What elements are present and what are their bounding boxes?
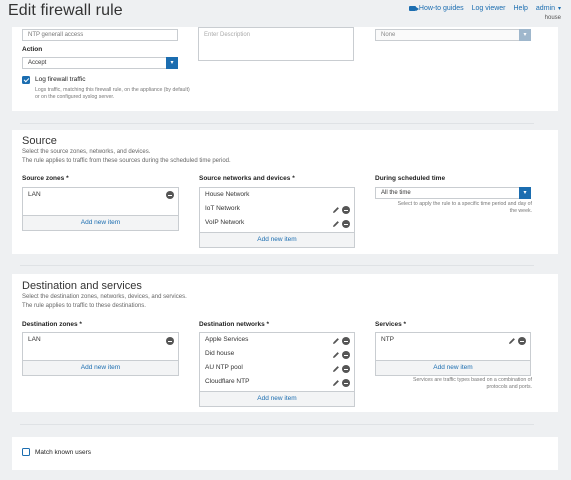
zone-label: LAN [28, 336, 41, 343]
video-icon [408, 6, 419, 11]
network-label: House Network [205, 191, 250, 198]
source-desc-1: Select the source zones, networks, and d… [22, 149, 151, 155]
source-title: Source [22, 135, 57, 147]
add-source-zone-button[interactable]: Add new item [23, 215, 178, 230]
action-select[interactable]: Accept ▾ [22, 57, 178, 69]
list-item: LAN [23, 188, 178, 202]
destination-panel: Destination and services Select the dest… [12, 274, 558, 412]
log-traffic-checkbox[interactable] [22, 76, 30, 84]
divider [20, 265, 534, 266]
remove-icon[interactable] [342, 365, 350, 373]
pencil-icon[interactable] [332, 337, 340, 345]
schedule-help: Select to apply the rule to a specific t… [397, 201, 532, 214]
chevron-down-icon: ▾ [166, 57, 178, 69]
chevron-down-icon: ▾ [519, 187, 531, 199]
source-zones-list: LAN Add new item [22, 187, 179, 231]
divider [20, 123, 534, 124]
add-service-button[interactable]: Add new item [376, 360, 530, 375]
services-list: NTP Add new item [375, 332, 531, 376]
match-users-label: Match known users [35, 449, 91, 456]
zone-label: LAN [28, 191, 41, 198]
remove-icon[interactable] [342, 379, 350, 387]
destination-networks-label: Destination networks * [199, 321, 270, 328]
chevron-down-icon: ▾ [519, 29, 531, 41]
position-select[interactable]: None ▾ [375, 29, 531, 41]
pencil-icon[interactable] [332, 206, 340, 214]
destination-zones-label: Destination zones * [22, 321, 82, 328]
destination-zones-list: LAN Add new item [22, 332, 179, 376]
remove-icon[interactable] [166, 337, 174, 345]
network-label: Apple Services [205, 336, 249, 343]
source-desc-2: The rule applies to traffic from these s… [22, 158, 231, 164]
remove-icon[interactable] [342, 337, 350, 345]
pencil-icon[interactable] [332, 220, 340, 228]
network-label: IoT Network [205, 205, 240, 212]
list-item: Did house [200, 347, 354, 361]
description-field[interactable]: Enter Description [198, 27, 354, 61]
list-item: NTP [376, 333, 530, 347]
schedule-value: All the time [381, 190, 411, 196]
position-value: None [381, 32, 396, 38]
users-panel: Match known users [12, 437, 558, 470]
pencil-icon[interactable] [508, 337, 516, 345]
network-label: Cloudflare NTP [205, 378, 250, 385]
admin-menu[interactable]: admin ▾ [536, 5, 561, 12]
schedule-select[interactable]: All the time ▾ [375, 187, 531, 199]
add-source-network-button[interactable]: Add new item [200, 232, 354, 247]
admin-label: admin [535, 5, 555, 12]
network-label: AU NTP pool [205, 364, 243, 371]
rule-name-input[interactable]: NTP generall access [22, 29, 178, 41]
chevron-down-icon: ▾ [557, 6, 561, 12]
remove-icon[interactable] [342, 351, 350, 359]
remove-icon[interactable] [342, 220, 350, 228]
network-label: Did house [205, 350, 235, 357]
remove-icon[interactable] [342, 206, 350, 214]
howto-link[interactable]: How-to guides [408, 5, 464, 12]
pencil-icon[interactable] [332, 365, 340, 373]
destination-desc-2: The rule applies to traffic to these des… [22, 303, 146, 309]
log-viewer-link[interactable]: Log viewer [472, 5, 506, 12]
network-label: VoIP Network [205, 219, 245, 226]
help-link[interactable]: Help [514, 5, 528, 12]
list-item: House Network [200, 188, 354, 202]
source-panel: Source Select the source zones, networks… [12, 130, 558, 254]
user-subtitle: house [544, 15, 561, 21]
source-zones-label: Source zones * [22, 175, 69, 182]
pencil-icon[interactable] [332, 351, 340, 359]
schedule-label: During scheduled time [375, 175, 446, 182]
match-users-checkbox[interactable] [22, 448, 30, 456]
list-item: AU NTP pool [200, 361, 354, 375]
list-item: Cloudflare NTP [200, 375, 354, 389]
destination-desc-1: Select the destination zones, networks, … [22, 294, 187, 300]
remove-icon[interactable] [166, 191, 174, 199]
log-traffic-help: Logs traffic, matching this firewall rul… [35, 87, 190, 100]
divider [20, 424, 534, 425]
general-panel: NTP generall access Enter Description No… [12, 27, 558, 111]
list-item: VoIP Network [200, 216, 354, 230]
services-label: Services * [375, 321, 407, 328]
add-destination-zone-button[interactable]: Add new item [23, 360, 178, 375]
action-label: Action [22, 46, 43, 53]
action-value: Accept [28, 60, 47, 66]
list-item: IoT Network [200, 202, 354, 216]
add-destination-network-button[interactable]: Add new item [200, 391, 354, 406]
list-item: Apple Services [200, 333, 354, 347]
list-item: LAN [23, 333, 178, 347]
howto-label: How-to guides [418, 5, 464, 12]
destination-title: Destination and services [22, 280, 142, 292]
top-nav: How-to guides Log viewer Help admin ▾ [408, 5, 561, 12]
log-traffic-label: Log firewall traffic [35, 76, 86, 83]
source-networks-label: Source networks and devices * [199, 175, 295, 182]
service-label: NTP [381, 336, 394, 343]
source-networks-list: House Network IoT Network VoIP Network A… [199, 187, 355, 248]
destination-networks-list: Apple Services Did house AU NTP pool Clo… [199, 332, 355, 407]
page-title: Edit firewall rule [8, 2, 123, 19]
services-help: Services are traffic types based on a co… [413, 377, 532, 390]
remove-icon[interactable] [518, 337, 526, 345]
pencil-icon[interactable] [332, 379, 340, 387]
